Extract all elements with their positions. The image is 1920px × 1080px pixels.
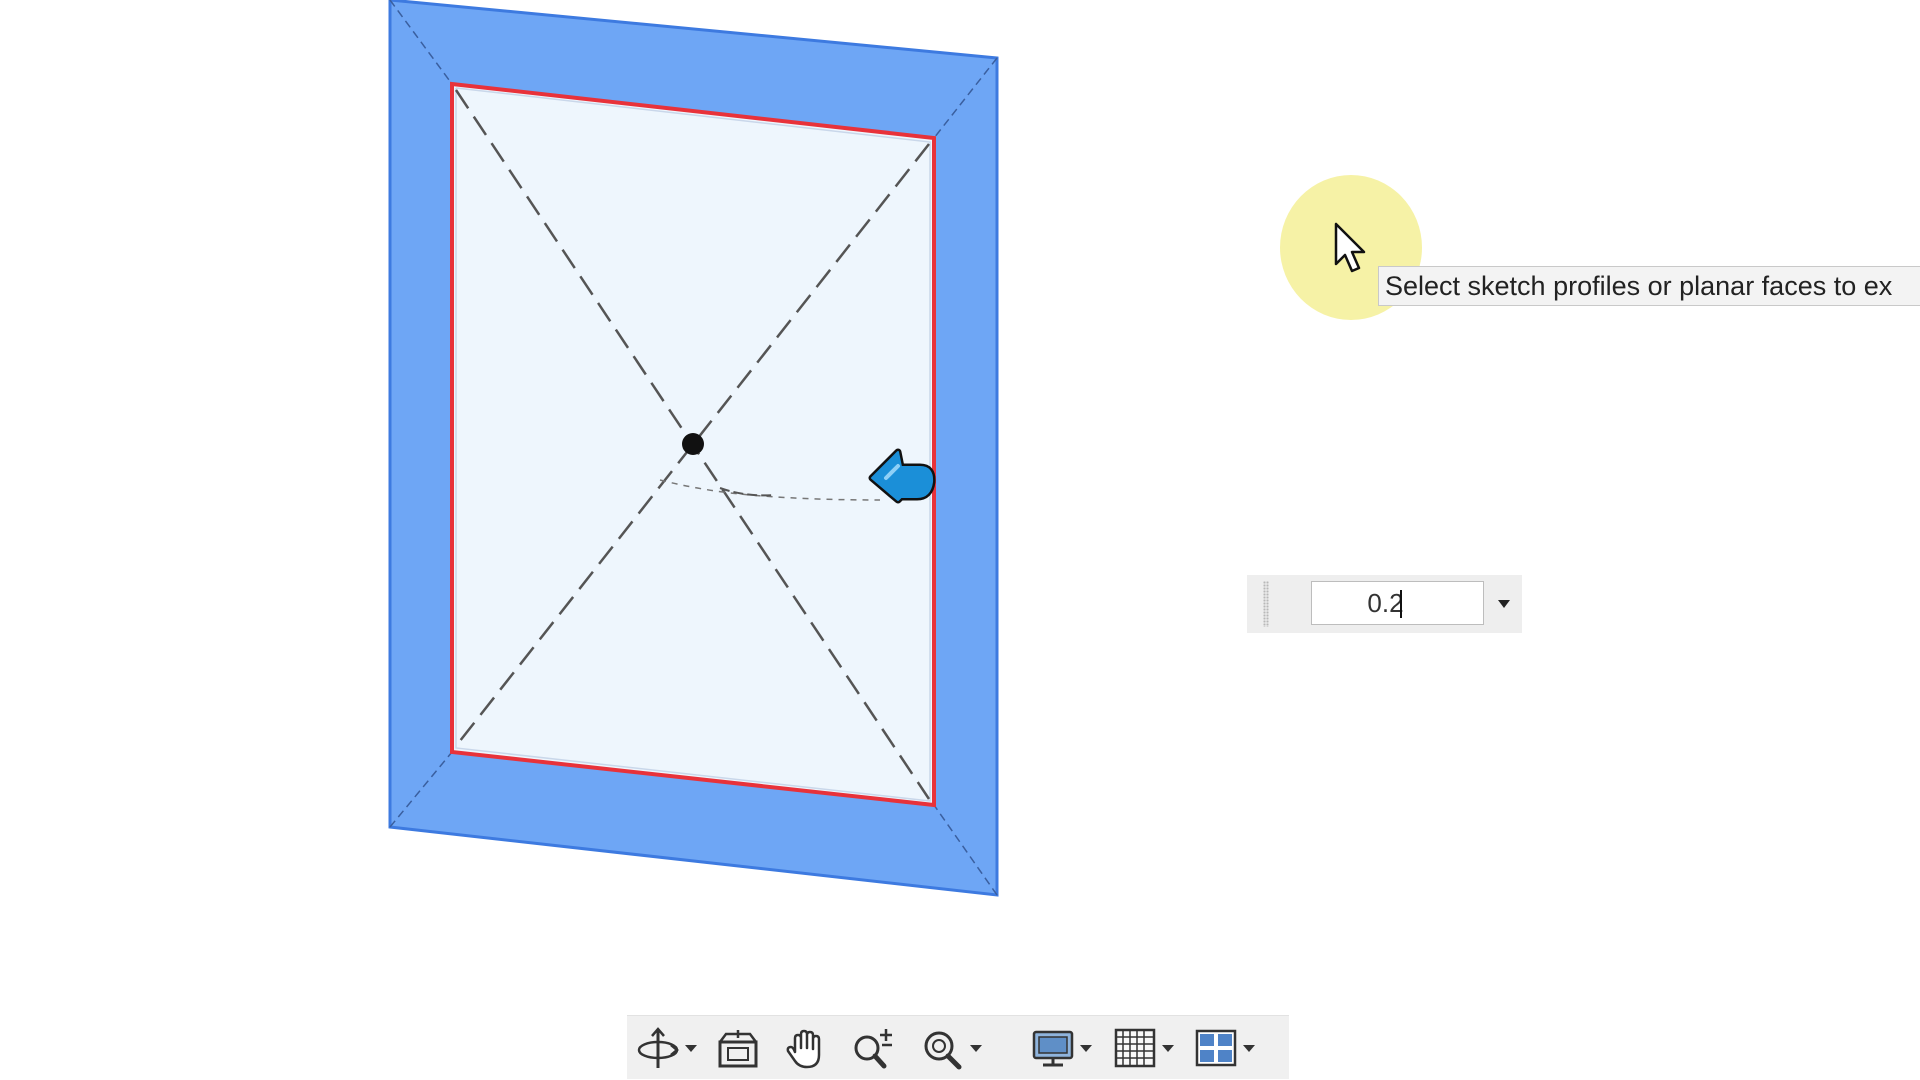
center-point[interactable]: [682, 433, 704, 455]
distance-dropdown-button[interactable]: [1491, 589, 1517, 619]
chevron-down-icon: [970, 1044, 982, 1052]
zoom-window-icon: [924, 1031, 962, 1070]
orbit-icon: [637, 1027, 679, 1068]
chevron-down-icon: [685, 1044, 697, 1052]
chevron-down-icon: [1080, 1044, 1092, 1052]
command-tooltip: Select sketch profiles or planar faces t…: [1378, 266, 1920, 306]
distance-input[interactable]: [1311, 581, 1484, 625]
grid-button[interactable]: [1113, 1026, 1174, 1070]
chevron-down-icon: [1243, 1044, 1255, 1052]
pan-hand-icon: [786, 1029, 821, 1069]
panel-grip-handle[interactable]: [1263, 581, 1269, 627]
mouse-pointer-icon: [1334, 222, 1366, 273]
display-style-button[interactable]: [1031, 1026, 1092, 1070]
zoom-in-icon: [854, 1029, 892, 1069]
text-caret: [1400, 590, 1402, 618]
distance-input-panel: [1247, 575, 1522, 633]
zoom-in-button[interactable]: [850, 1026, 898, 1070]
view-cube-icon: [718, 1030, 758, 1068]
zoom-window-button[interactable]: [921, 1026, 982, 1070]
chevron-down-icon: [1498, 600, 1510, 608]
chevron-down-icon: [1162, 1044, 1174, 1052]
navigation-bar: [627, 1015, 1289, 1079]
viewports-icon: [1195, 1029, 1237, 1067]
display-style-icon: [1032, 1030, 1074, 1067]
grid-icon: [1114, 1028, 1156, 1068]
pan-button[interactable]: [783, 1026, 827, 1070]
view-cube-button[interactable]: [716, 1026, 760, 1070]
orbit-button[interactable]: [636, 1026, 697, 1070]
model-scene: [388, 0, 999, 897]
graphics-viewport[interactable]: Select sketch profiles or planar faces t…: [0, 0, 1920, 1080]
viewports-button[interactable]: [1194, 1026, 1255, 1070]
